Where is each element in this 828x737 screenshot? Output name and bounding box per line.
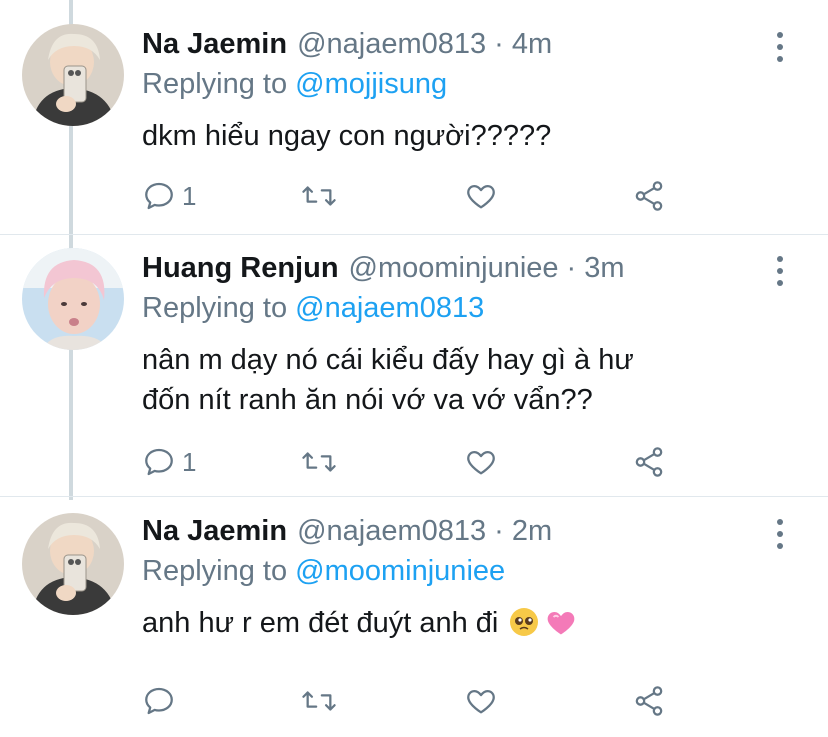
tweet-text-line: đốn nít ranh ăn nói vớ va vớ vẩn?? xyxy=(142,384,593,416)
heart-icon xyxy=(464,179,498,213)
retweet-icon xyxy=(300,179,338,213)
pleading-face-icon xyxy=(510,608,539,636)
replying-to: Replying to @moominjuniee xyxy=(142,551,768,591)
tweet[interactable]: Huang Renjun @moominjuniee · 3m Replying… xyxy=(0,234,828,497)
avatar[interactable] xyxy=(22,24,124,126)
like-button[interactable] xyxy=(464,681,498,721)
share-icon xyxy=(632,445,666,479)
share-button[interactable] xyxy=(632,176,666,216)
replying-to-mention[interactable]: @najaem0813 xyxy=(295,292,484,324)
reply-icon xyxy=(142,445,176,479)
tweet-text: anh hư r em đét đuýt anh đi xyxy=(142,603,768,647)
replying-to-label: Replying to xyxy=(142,292,288,324)
reply-button[interactable]: 1 xyxy=(142,176,196,216)
share-button[interactable] xyxy=(632,681,666,721)
reply-count: 1 xyxy=(182,181,197,211)
author-handle[interactable]: @najaem0813 xyxy=(297,513,486,549)
reply-icon xyxy=(142,684,176,718)
separator-dot: · xyxy=(494,515,504,547)
tweet-text: nân m dạy nó cái kiểu đấy hay gì à hư đố… xyxy=(142,340,768,420)
separator-dot: · xyxy=(494,28,504,60)
tweet-actions: 1 xyxy=(142,176,682,216)
reply-button[interactable] xyxy=(142,681,176,721)
tweet-text-line: nân m dạy nó cái kiểu đấy hay gì à hư xyxy=(142,344,634,376)
avatar[interactable] xyxy=(22,248,124,350)
timestamp[interactable]: 4m xyxy=(512,26,552,62)
author-handle[interactable]: @najaem0813 xyxy=(297,26,486,62)
tweet-actions xyxy=(142,681,682,721)
replying-to-label: Replying to xyxy=(142,68,288,100)
tweet[interactable]: Na Jaemin @najaem0813 · 2m Replying to @… xyxy=(0,497,828,737)
replying-to-label: Replying to xyxy=(142,555,288,587)
pink-heart-icon xyxy=(546,607,576,647)
author-name[interactable]: Na Jaemin xyxy=(142,26,287,62)
retweet-button[interactable] xyxy=(300,442,338,482)
retweet-button[interactable] xyxy=(300,176,338,216)
avatar[interactable] xyxy=(22,513,124,615)
author-name[interactable]: Huang Renjun xyxy=(142,250,339,286)
tweet[interactable]: Na Jaemin @najaem0813 · 4m Replying to @… xyxy=(0,0,828,235)
retweet-icon xyxy=(300,445,338,479)
tweet-actions: 1 xyxy=(142,442,682,482)
reply-count: 1 xyxy=(182,447,197,477)
share-icon xyxy=(632,179,666,213)
retweet-button[interactable] xyxy=(300,681,338,721)
reply-icon xyxy=(142,179,176,213)
heart-icon xyxy=(464,684,498,718)
timestamp[interactable]: 2m xyxy=(512,513,552,549)
share-button[interactable] xyxy=(632,442,666,482)
author-name[interactable]: Na Jaemin xyxy=(142,513,287,549)
reply-button[interactable]: 1 xyxy=(142,442,196,482)
retweet-icon xyxy=(300,684,338,718)
share-icon xyxy=(632,684,666,718)
heart-icon xyxy=(464,445,498,479)
tweet-text-body: anh hư r em đét đuýt anh đi xyxy=(142,607,499,639)
replying-to-mention[interactable]: @mojjisung xyxy=(295,68,447,100)
replying-to-mention[interactable]: @moominjuniee xyxy=(295,555,505,587)
replying-to: Replying to @mojjisung xyxy=(142,64,768,104)
like-button[interactable] xyxy=(464,442,498,482)
replying-to: Replying to @najaem0813 xyxy=(142,288,768,328)
timestamp[interactable]: 3m xyxy=(584,250,624,286)
like-button[interactable] xyxy=(464,176,498,216)
separator-dot: · xyxy=(566,252,577,284)
more-options-icon[interactable] xyxy=(776,256,784,286)
author-handle[interactable]: @moominjuniee xyxy=(349,250,559,286)
more-options-icon[interactable] xyxy=(776,519,784,549)
more-options-icon[interactable] xyxy=(776,32,784,62)
tweet-text: dkm hiểu ngay con người????? xyxy=(142,120,552,152)
